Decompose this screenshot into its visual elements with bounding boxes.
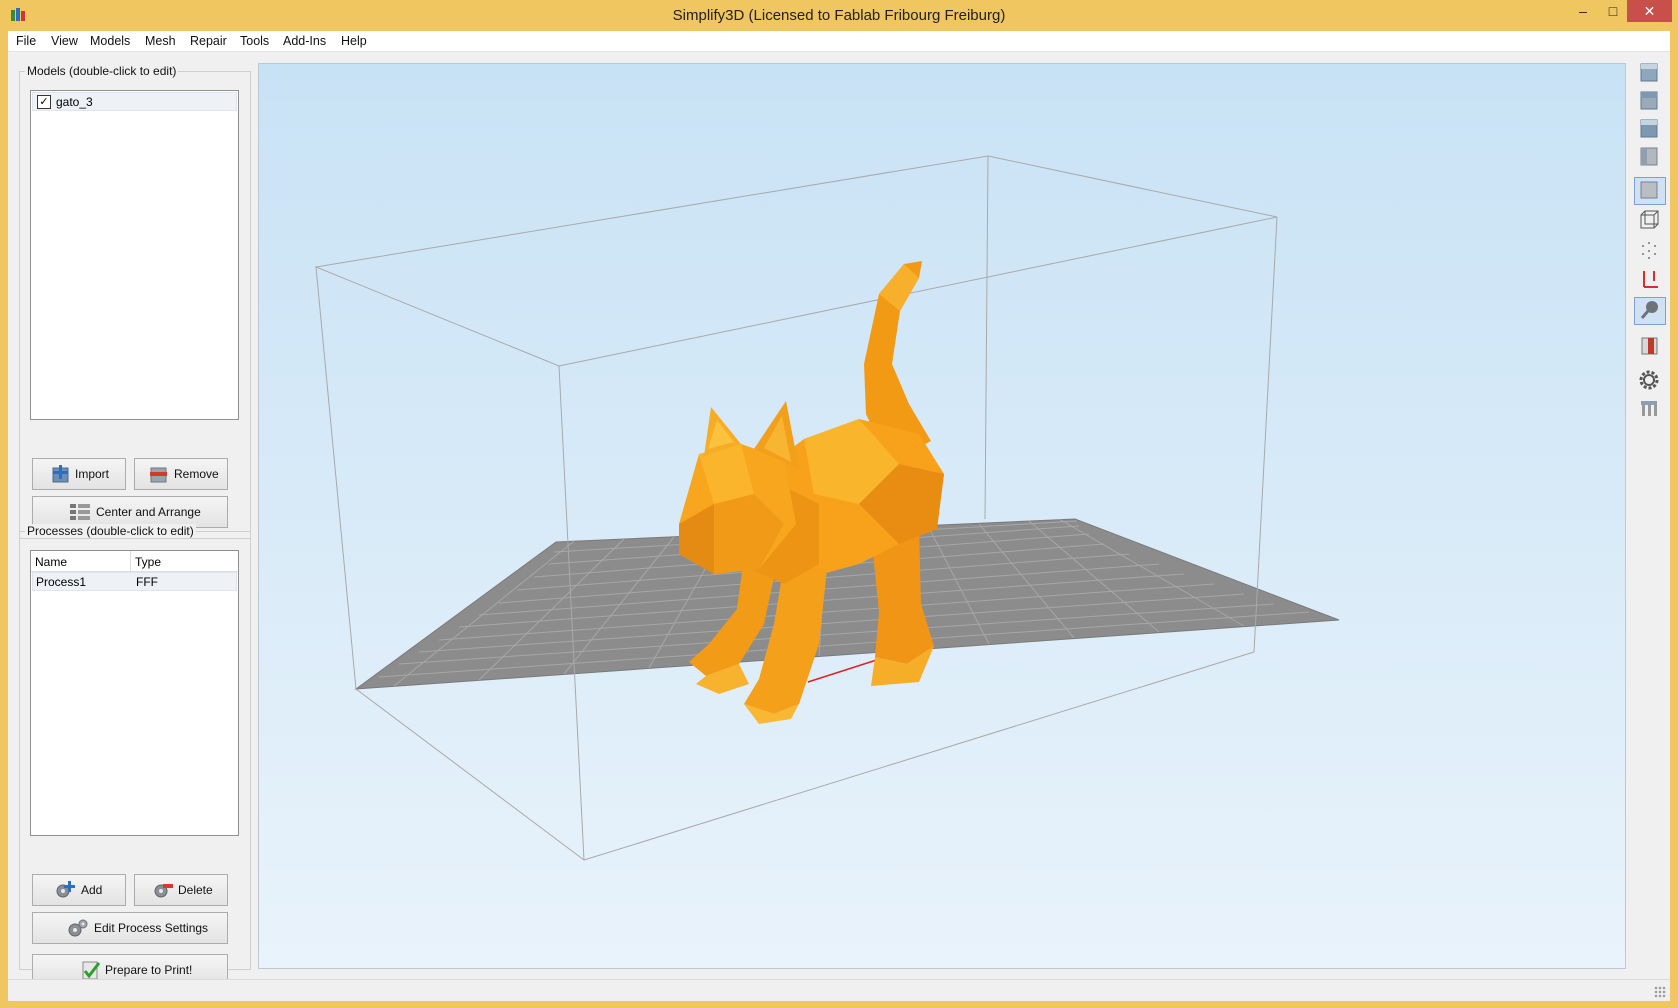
add-process-button[interactable]: Add bbox=[32, 874, 126, 906]
cross-section-icon[interactable] bbox=[1634, 333, 1664, 359]
status-bar bbox=[8, 979, 1670, 1001]
menu-tools[interactable]: Tools bbox=[240, 34, 269, 48]
edit-process-settings-button[interactable]: Edit Process Settings bbox=[32, 912, 228, 944]
right-view-toolbar bbox=[1631, 51, 1670, 501]
import-cube-icon bbox=[52, 465, 69, 483]
process-row[interactable]: Process1 FFF bbox=[32, 572, 237, 591]
delete-process-button[interactable]: Delete bbox=[134, 874, 228, 906]
3d-viewport[interactable] bbox=[258, 63, 1626, 969]
remove-button[interactable]: Remove bbox=[134, 458, 228, 490]
title-bar: Simplify3D (Licensed to Fablab Fribourg … bbox=[0, 0, 1678, 31]
close-button[interactable]: ✕ bbox=[1627, 0, 1672, 22]
prepare-to-print-label: Prepare to Print! bbox=[105, 963, 193, 977]
maximize-button[interactable]: □ bbox=[1600, 0, 1626, 22]
lighting-icon[interactable] bbox=[1634, 297, 1666, 325]
add-process-label: Add bbox=[81, 883, 103, 897]
menu-mesh[interactable]: Mesh bbox=[145, 34, 176, 48]
menu-file[interactable]: File bbox=[16, 34, 36, 48]
point-mode-icon[interactable] bbox=[1634, 237, 1664, 263]
import-label: Import bbox=[75, 467, 110, 481]
menu-add-ins[interactable]: Add-Ins bbox=[283, 34, 326, 48]
model-visible-checkbox[interactable]: ✓ bbox=[37, 95, 51, 109]
column-divider bbox=[130, 551, 131, 571]
processes-group-title: Processes (double-click to edit) bbox=[25, 524, 196, 538]
prepare-checkmark-icon bbox=[82, 961, 101, 980]
models-list[interactable]: ✓ gato_3 bbox=[30, 90, 239, 420]
column-header-name[interactable]: Name bbox=[35, 555, 67, 569]
process-type-cell: FFF bbox=[136, 575, 158, 589]
processes-table-header: Name Type bbox=[31, 551, 238, 572]
axes-icon[interactable] bbox=[1634, 265, 1664, 291]
view-top-icon[interactable] bbox=[1634, 87, 1664, 113]
solid-mode-icon[interactable] bbox=[1634, 177, 1666, 205]
view-front-icon[interactable] bbox=[1634, 115, 1664, 141]
remove-cube-icon bbox=[150, 467, 167, 483]
view-side-icon[interactable] bbox=[1634, 143, 1664, 169]
column-header-type[interactable]: Type bbox=[135, 555, 161, 569]
main-window: File View Models Mesh Repair Tools Add-I… bbox=[8, 31, 1670, 1001]
resize-grip[interactable] bbox=[1654, 986, 1666, 998]
view-default-icon[interactable] bbox=[1634, 59, 1664, 85]
import-button[interactable]: Import bbox=[32, 458, 126, 490]
model-item-name: gato_3 bbox=[56, 95, 93, 109]
remove-label: Remove bbox=[174, 467, 219, 481]
menu-bar: File View Models Mesh Repair Tools Add-I… bbox=[8, 31, 1670, 52]
processes-table[interactable]: Name Type Process1 FFF bbox=[30, 550, 239, 836]
model-item-gato-3[interactable]: ✓ gato_3 bbox=[32, 92, 237, 111]
processes-group: Processes (double-click to edit) Name Ty… bbox=[19, 524, 251, 986]
supports-icon[interactable] bbox=[1634, 395, 1664, 421]
edit-process-settings-label: Edit Process Settings bbox=[94, 921, 209, 935]
gears-icon bbox=[68, 919, 88, 937]
add-gears-icon bbox=[56, 881, 75, 898]
center-arrange-icon bbox=[70, 504, 90, 520]
build-volume-scene bbox=[314, 155, 1340, 861]
process-name-cell: Process1 bbox=[36, 575, 87, 589]
wireframe-mode-icon[interactable] bbox=[1634, 207, 1664, 233]
delete-gears-icon bbox=[154, 884, 173, 898]
model-gato-3[interactable] bbox=[679, 261, 944, 724]
window-title: Simplify3D (Licensed to Fablab Fribourg … bbox=[672, 7, 1006, 24]
center-arrange-label: Center and Arrange bbox=[96, 505, 201, 519]
settings-gear-icon[interactable] bbox=[1634, 367, 1664, 393]
menu-repair[interactable]: Repair bbox=[190, 34, 227, 48]
menu-help[interactable]: Help bbox=[341, 34, 367, 48]
minimize-button[interactable]: – bbox=[1567, 0, 1599, 22]
delete-process-label: Delete bbox=[178, 883, 213, 897]
models-group: Models (double-click to edit) ✓ gato_3 I… bbox=[19, 64, 251, 539]
models-group-title: Models (double-click to edit) bbox=[25, 64, 179, 78]
menu-models[interactable]: Models bbox=[90, 34, 130, 48]
menu-view[interactable]: View bbox=[51, 34, 78, 48]
